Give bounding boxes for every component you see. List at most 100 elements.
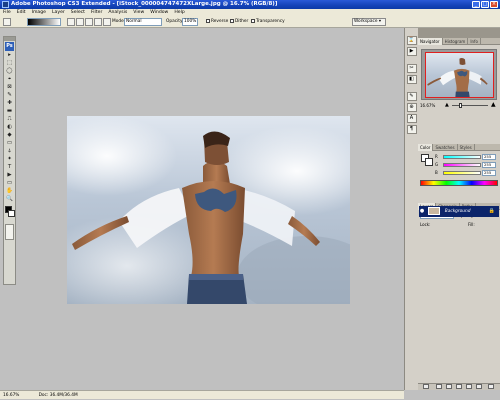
layer-style-icon[interactable] (436, 384, 442, 389)
photo-woman-against-sky (67, 116, 350, 304)
background-color-swatch[interactable] (8, 210, 15, 217)
menu-filter[interactable]: Filter (88, 9, 105, 16)
screen-mode-button[interactable] (5, 224, 14, 240)
sharpen-tool-icon[interactable]: ◆ (5, 132, 14, 139)
layer-row-background[interactable]: ● Background 🔒 (419, 206, 499, 217)
maximize-button[interactable]: □ (481, 1, 489, 8)
menu-window[interactable]: Window (147, 9, 171, 16)
menu-analysis[interactable]: Analysis (105, 9, 130, 16)
linear-gradient-button[interactable] (67, 18, 75, 26)
color-ramp[interactable] (420, 180, 498, 186)
angle-gradient-button[interactable] (85, 18, 93, 26)
shape-tool-icon[interactable]: ▭ (5, 180, 14, 187)
magic-wand-tool-icon[interactable]: ⌖ (5, 76, 14, 83)
gradient-picker[interactable] (27, 18, 61, 26)
tab-info[interactable]: Info (468, 38, 481, 45)
menu-file[interactable]: File (0, 9, 14, 16)
tool-preset-picker[interactable] (3, 18, 11, 26)
color-panel-body: R 255 G 255 B 255 (418, 151, 500, 188)
pen-tool-icon[interactable]: ⍋ (5, 148, 14, 155)
move-tool-icon[interactable]: ▸ (5, 52, 14, 59)
clone-source-icon[interactable]: ⊕ (406, 103, 417, 112)
navigator-zoom-value[interactable]: 16.67% (420, 103, 435, 108)
path-selection-tool-icon[interactable]: ▶ (5, 172, 14, 179)
menu-layer[interactable]: Layer (49, 9, 68, 16)
mode-select[interactable]: Normal (124, 18, 162, 26)
adjustment-layer-icon[interactable] (456, 384, 462, 389)
opacity-input[interactable]: 100% (182, 18, 198, 26)
brush-tool-icon[interactable]: ✎ (5, 92, 14, 99)
zoom-slider-thumb[interactable] (459, 103, 462, 108)
marquee-tool-icon[interactable]: ⬚ (5, 60, 14, 67)
menu-select[interactable]: Select (68, 9, 88, 16)
window-title: Adobe Photoshop CS3 Extended - [iStock_0… (11, 1, 278, 7)
layer-mask-icon[interactable] (446, 384, 452, 389)
transparency-checkbox[interactable] (251, 18, 255, 23)
new-layer-icon[interactable] (476, 384, 482, 389)
photoshop-logo: Ps (5, 42, 14, 51)
gradient-tool-icon[interactable]: ▬ (5, 108, 14, 115)
layer-comps-icon[interactable]: ◧ (406, 75, 417, 84)
minimize-button[interactable]: _ (472, 1, 480, 8)
reverse-option[interactable]: Reverse (206, 18, 228, 26)
reverse-checkbox[interactable] (206, 18, 210, 23)
menu-help[interactable]: Help (171, 9, 187, 16)
navigator-preview[interactable] (421, 49, 497, 100)
hand-tool-icon[interactable]: ✋ (5, 188, 14, 195)
tab-swatches[interactable]: Swatches (433, 144, 458, 151)
toolbox: Ps ▸ ⬚ ◯ ⌖ ⊠ ✎ ✚ ▬ ⎍ ◐ ◆ ▭ ⍋ ✦ T ▶ ▭ ✋ 🔍 (3, 36, 16, 285)
history-brush-tool-icon[interactable]: ▭ (5, 140, 14, 147)
brushes-icon[interactable]: ✎ (406, 92, 417, 101)
zoom-tool-icon[interactable]: 🔍 (5, 196, 14, 203)
panel-background-swatch[interactable] (425, 158, 433, 166)
character-icon[interactable]: A (406, 114, 417, 123)
color-tabs: Color Swatches Styles (418, 144, 500, 151)
tab-color[interactable]: Color (418, 144, 434, 151)
radial-gradient-button[interactable] (76, 18, 84, 26)
zoom-out-icon[interactable]: ▲ (445, 103, 449, 108)
panel-header-bar[interactable] (418, 28, 500, 38)
link-layers-icon[interactable] (423, 384, 429, 389)
dodge-tool-icon[interactable]: ◐ (5, 124, 14, 131)
paragraph-icon[interactable]: ¶ (406, 125, 417, 134)
tab-navigator[interactable]: Navigator (418, 38, 443, 45)
visibility-eye-icon[interactable]: ● (419, 206, 425, 217)
actions-icon[interactable]: ▶ (406, 47, 417, 56)
dither-option[interactable]: Dither (230, 18, 248, 26)
reverse-label: Reverse (211, 19, 229, 24)
delete-layer-icon[interactable] (488, 384, 494, 389)
navigator-tabs: Navigator Histogram Info (418, 38, 500, 45)
menu-edit[interactable]: Edit (14, 9, 29, 16)
tool-presets-icon[interactable]: ✂ (406, 64, 417, 73)
workspace-button[interactable]: Workspace ▾ (352, 18, 386, 26)
type-tool-icon[interactable]: T (5, 164, 14, 171)
diamond-gradient-button[interactable] (103, 18, 111, 26)
red-slider[interactable] (443, 155, 481, 159)
green-value[interactable]: 255 (482, 162, 496, 168)
transparency-option[interactable]: Transparency (251, 18, 285, 26)
zoom-slider[interactable] (452, 105, 488, 106)
reflected-gradient-button[interactable] (94, 18, 102, 26)
tab-histogram[interactable]: Histogram (443, 38, 469, 45)
eraser-tool-icon[interactable]: ⎍ (5, 116, 14, 123)
dither-checkbox[interactable] (230, 18, 234, 23)
navigator-view-box[interactable] (425, 52, 494, 98)
clone-stamp-tool-icon[interactable]: ✦ (5, 156, 14, 163)
red-value[interactable]: 255 (482, 154, 496, 160)
document-canvas[interactable] (67, 116, 350, 304)
fill-label: Fill: (468, 222, 475, 227)
history-icon[interactable]: ⌛ (406, 36, 417, 45)
tab-styles[interactable]: Styles (458, 144, 475, 151)
menu-view[interactable]: View (130, 9, 147, 16)
blue-slider[interactable] (443, 171, 481, 175)
menu-image[interactable]: Image (29, 9, 49, 16)
new-group-icon[interactable] (466, 384, 472, 389)
green-slider[interactable] (443, 163, 481, 167)
toolbox-grip[interactable] (4, 37, 15, 41)
lasso-tool-icon[interactable]: ◯ (5, 68, 14, 75)
crop-tool-icon[interactable]: ⊠ (5, 84, 14, 91)
close-button[interactable]: × (490, 1, 498, 8)
blue-value[interactable]: 255 (482, 170, 496, 176)
zoom-in-icon[interactable]: ▲ (491, 102, 496, 108)
healing-tool-icon[interactable]: ✚ (5, 100, 14, 107)
